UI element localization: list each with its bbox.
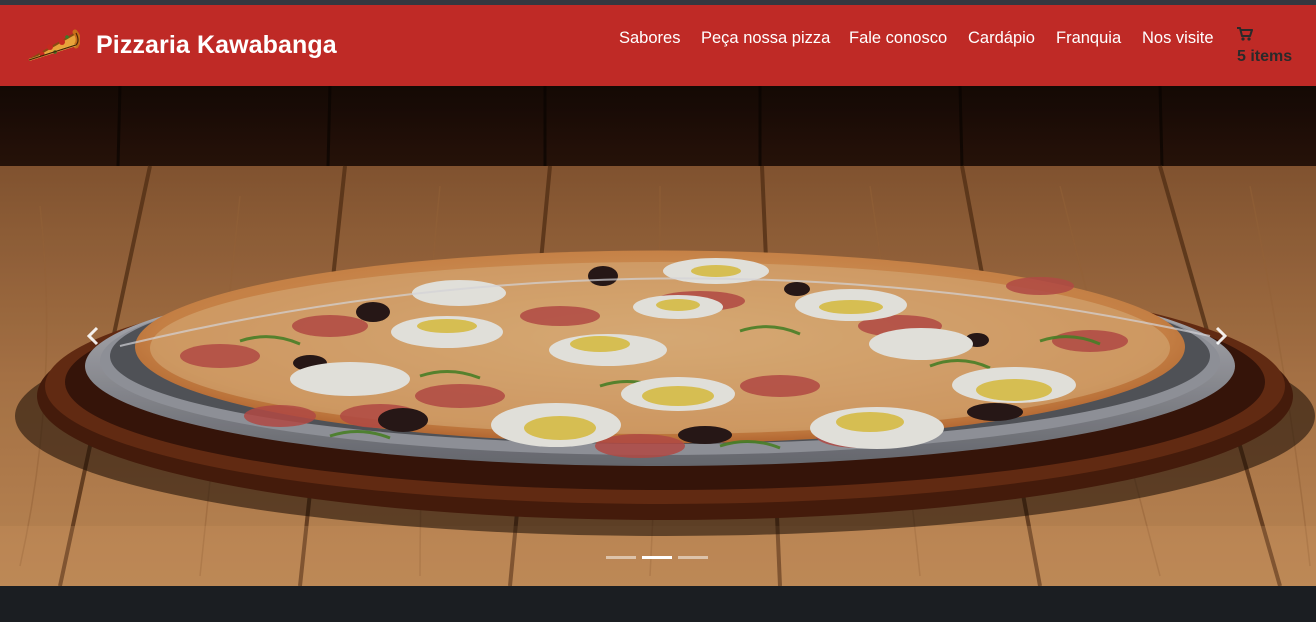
chevron-left-icon[interactable] <box>82 324 106 348</box>
carousel-indicators <box>606 556 710 560</box>
cart-icon <box>1237 27 1253 41</box>
carousel-indicator-2[interactable] <box>642 556 672 559</box>
nav-item-franquia[interactable]: Franquia <box>1056 29 1121 48</box>
nav-item-nos-visite[interactable]: Nos visite <box>1142 29 1214 48</box>
navbar: Pizzaria Kawabanga Sabores Peça nossa pi… <box>0 5 1316 86</box>
brand-title[interactable]: Pizzaria Kawabanga <box>96 31 337 60</box>
hero-carousel <box>0 86 1316 586</box>
pizza-slice-icon[interactable] <box>26 27 80 67</box>
pizza-on-wooden-table-photo <box>0 86 1316 586</box>
carousel-indicator-1[interactable] <box>606 556 636 559</box>
page-footer-band <box>0 586 1316 622</box>
chevron-right-icon[interactable] <box>1208 324 1232 348</box>
nav-item-cardapio[interactable]: Cardápio <box>968 29 1035 48</box>
cart-count: 5 items <box>1237 48 1293 65</box>
nav-item-peca-nossa-pizza[interactable]: Peça nossa pizza <box>701 29 830 48</box>
nav-item-fale-conosco[interactable]: Fale conosco <box>849 29 947 48</box>
cart-button[interactable]: 5 items <box>1237 27 1307 71</box>
carousel-indicator-3[interactable] <box>678 556 708 559</box>
nav-item-sabores[interactable]: Sabores <box>619 29 680 48</box>
